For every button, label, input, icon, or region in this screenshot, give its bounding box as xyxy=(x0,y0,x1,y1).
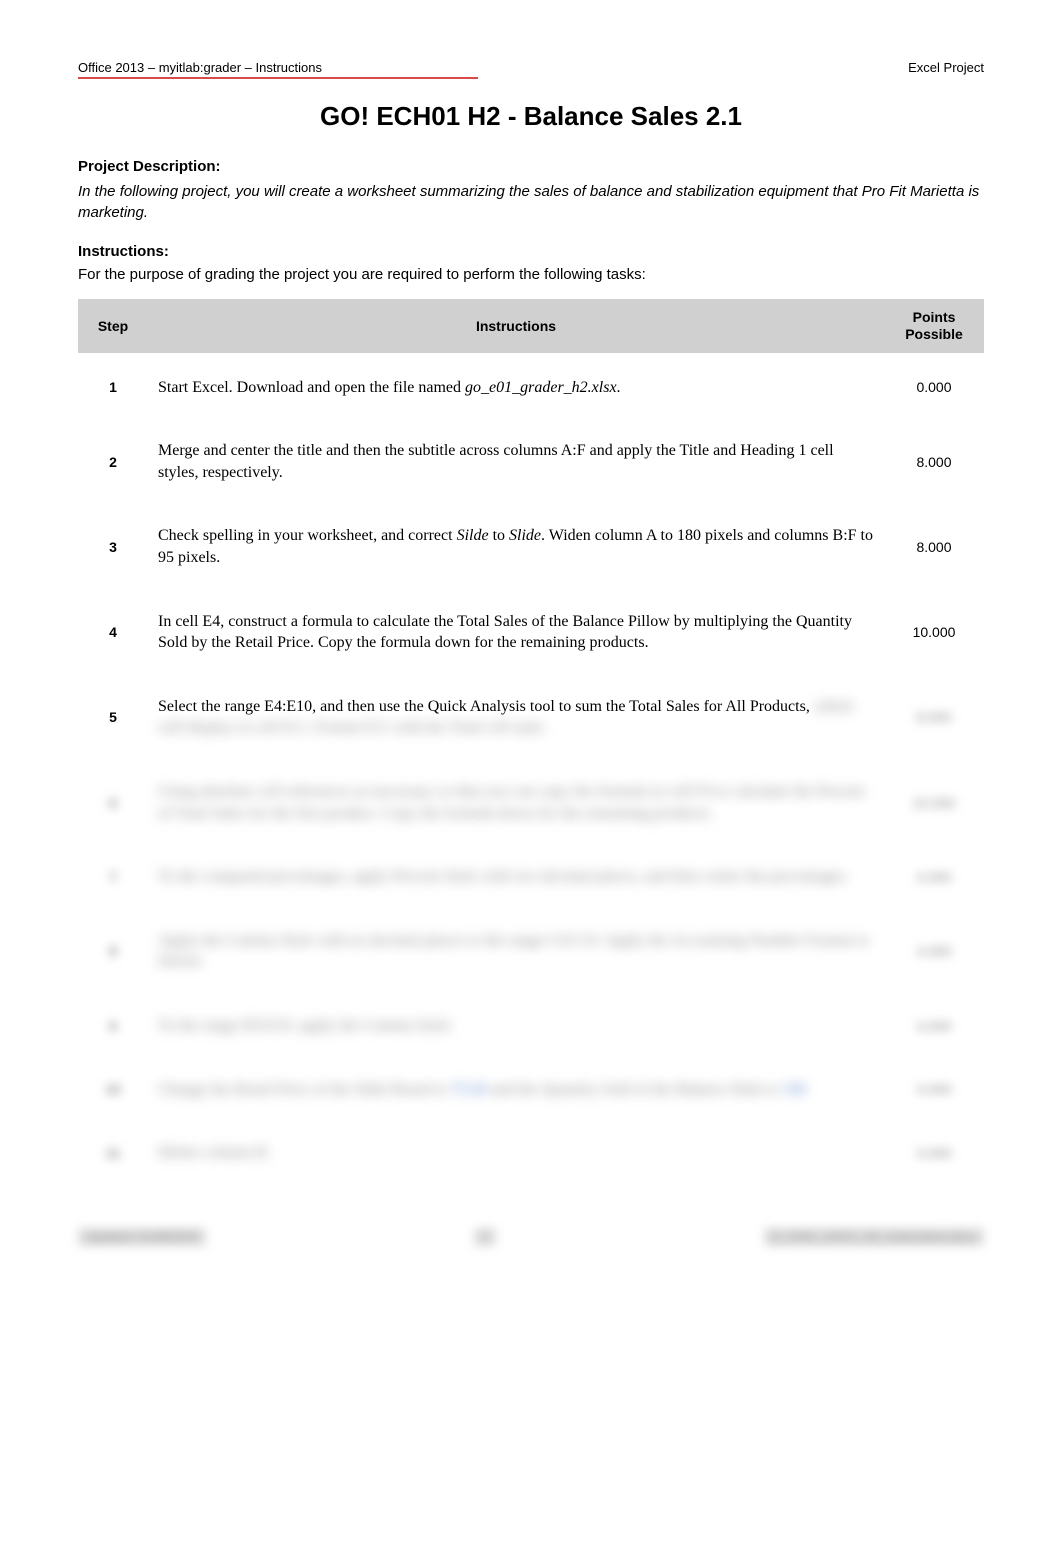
instr-text: and the Quantity Sold of the Balance Dis… xyxy=(487,1081,782,1098)
step-points: 8.000 xyxy=(884,678,984,757)
step-number: 5 xyxy=(78,678,148,757)
step-num-hidden: 11 xyxy=(106,1145,121,1161)
table-row: 11 Delete column B. 4.000 xyxy=(78,1124,984,1182)
instructions-heading: Instructions: xyxy=(78,243,984,260)
table-row: 8 Apply the Comma Style with no decimal … xyxy=(78,912,984,991)
step-number: 2 xyxy=(78,422,148,501)
step-instruction: Change the Retail Price of the Slide Boa… xyxy=(148,1061,884,1119)
table-row: 6 Using absolute cell references as nece… xyxy=(78,763,984,842)
step-num-hidden: 8 xyxy=(109,943,117,959)
step-instruction: Merge and center the title and then the … xyxy=(148,422,884,501)
points-label-line2: Possible xyxy=(905,326,963,342)
table-row: 4 In cell E4, construct a formula to cal… xyxy=(78,593,984,672)
step-points: 0.000 xyxy=(884,359,984,417)
instr-text: to xyxy=(489,527,509,544)
step-instruction: Select the range E4:E10, and then use th… xyxy=(148,678,884,757)
instr-value: 150 xyxy=(782,1081,806,1098)
table-row: 3 Check spelling in your worksheet, and … xyxy=(78,507,984,586)
step-points: 4.000 xyxy=(884,1124,984,1182)
step-points: 10.000 xyxy=(884,593,984,672)
table-row: 7 To the computed percentages, apply Per… xyxy=(78,848,984,906)
step-points: 4.000 xyxy=(884,848,984,906)
header-right-text: Excel Project xyxy=(908,60,984,75)
table-header-row: Step Instructions Points Possible xyxy=(78,299,984,353)
step-points: 10.000 xyxy=(884,763,984,842)
col-header-instructions: Instructions xyxy=(148,299,884,353)
table-row: 1 Start Excel. Download and open the fil… xyxy=(78,359,984,417)
points-hidden: 4.000 xyxy=(916,869,951,885)
step-points: 8.000 xyxy=(884,422,984,501)
step-instruction: Check spelling in your worksheet, and co… xyxy=(148,507,884,586)
instr-value: 75.50 xyxy=(451,1081,487,1098)
document-title: GO! ECH01 H2 - Balance Sales 2.1 xyxy=(78,101,984,132)
footer-left: Updated: 01/08/2015 xyxy=(78,1228,206,1246)
step-points: 4.000 xyxy=(884,912,984,991)
instr-hidden-text: Using absolute cell references as necess… xyxy=(158,783,865,822)
step-num-hidden: 6 xyxy=(109,795,117,811)
footer-center: 1 xyxy=(474,1228,497,1246)
header-left-text: Office 2013 – myitlab:grader – Instructi… xyxy=(78,60,322,75)
points-hidden: 4.000 xyxy=(916,1145,951,1161)
points-hidden: 4.000 xyxy=(916,943,951,959)
step-instruction: In cell E4, construct a formula to calcu… xyxy=(148,593,884,672)
instr-hidden-text: Apply the Comma Style with no decimal pl… xyxy=(158,932,869,971)
steps-table: Step Instructions Points Possible 1 Star… xyxy=(78,293,984,1188)
col-header-step: Step xyxy=(78,299,148,353)
instr-hidden-text: Change the Retail Price of the Slide Boa… xyxy=(158,1081,806,1098)
instructions-intro: For the purpose of grading the project y… xyxy=(78,266,984,283)
project-description-heading: Project Description: xyxy=(78,158,984,175)
instr-text: Check spelling in your worksheet, and co… xyxy=(158,527,457,544)
col-header-points: Points Possible xyxy=(884,299,984,353)
step-instruction: Start Excel. Download and open the file … xyxy=(148,359,884,417)
step-instruction: Delete column B. xyxy=(148,1124,884,1182)
points-hidden: 8.000 xyxy=(916,709,951,725)
project-description-body: In the following project, you will creat… xyxy=(78,181,984,223)
instr-text: Start Excel. Download and open the file … xyxy=(158,379,465,396)
step-points: 4.000 xyxy=(884,997,984,1055)
step-points: 4.000 xyxy=(884,1061,984,1119)
instr-filename: go_e01_grader_h2.xlsx xyxy=(465,379,617,396)
step-number: 1 xyxy=(78,359,148,417)
step-number: 7 xyxy=(78,848,148,906)
step-number: 11 xyxy=(78,1124,148,1182)
step-num-hidden: 10 xyxy=(105,1081,121,1097)
instr-text: Change the Retail Price of the Slide Boa… xyxy=(158,1081,451,1098)
table-row: 2 Merge and center the title and then th… xyxy=(78,422,984,501)
instr-emphasis: Slide xyxy=(509,527,541,544)
points-hidden: 10.000 xyxy=(913,795,956,811)
step-points: 8.000 xyxy=(884,507,984,586)
instr-emphasis: Silde xyxy=(457,527,489,544)
step-number: 4 xyxy=(78,593,148,672)
points-hidden: 4.000 xyxy=(916,1081,951,1097)
instr-text: Select the range E4:E10, and then use th… xyxy=(158,698,810,715)
step-num-hidden: 7 xyxy=(109,869,117,885)
step-number: 6 xyxy=(78,763,148,842)
step-number: 8 xyxy=(78,912,148,991)
footer-right: E_CH01_GOV1_H2_Instructions.docx xyxy=(764,1228,984,1246)
instr-hidden-text: To the computed percentages, apply Perce… xyxy=(158,868,849,885)
instr-text: . xyxy=(617,379,621,396)
table-row: 9 To the range D5:E10, apply the Comma S… xyxy=(78,997,984,1055)
page-header: Office 2013 – myitlab:grader – Instructi… xyxy=(78,60,984,75)
step-instruction: Apply the Comma Style with no decimal pl… xyxy=(148,912,884,991)
step-number: 3 xyxy=(78,507,148,586)
instr-hidden-text: To the range D5:E10, apply the Comma Sty… xyxy=(158,1017,454,1034)
step-instruction: Using absolute cell references as necess… xyxy=(148,763,884,842)
table-row: 5 Select the range E4:E10, and then use … xyxy=(78,678,984,757)
table-row: 10 Change the Retail Price of the Slide … xyxy=(78,1061,984,1119)
page-footer: Updated: 01/08/2015 1 E_CH01_GOV1_H2_Ins… xyxy=(78,1228,984,1246)
points-label-line1: Points xyxy=(913,309,956,325)
points-hidden: 4.000 xyxy=(916,1018,951,1034)
instr-hidden-text: Delete column B. xyxy=(158,1144,270,1161)
step-num-hidden: 9 xyxy=(109,1018,117,1034)
step-instruction: To the range D5:E10, apply the Comma Sty… xyxy=(148,997,884,1055)
step-number: 9 xyxy=(78,997,148,1055)
step-instruction: To the computed percentages, apply Perce… xyxy=(148,848,884,906)
header-underline xyxy=(78,77,478,79)
step-number: 10 xyxy=(78,1061,148,1119)
